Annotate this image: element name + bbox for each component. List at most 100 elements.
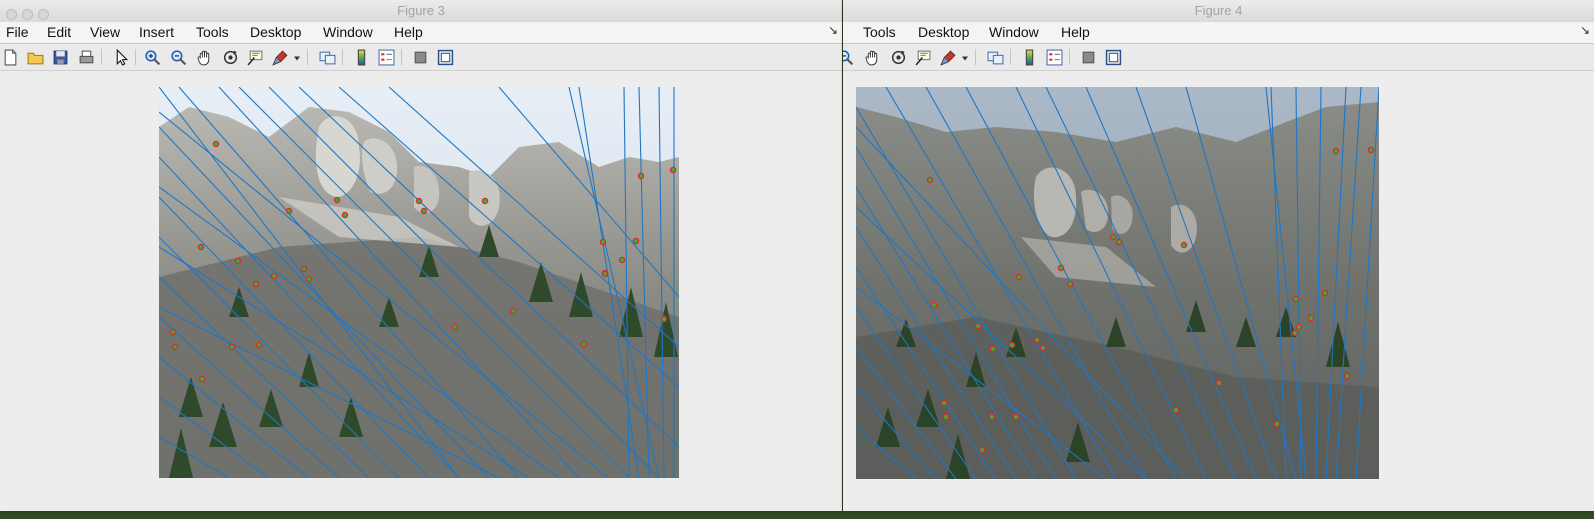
feature-point <box>1012 413 1020 421</box>
rotate-3d-icon[interactable] <box>889 48 907 66</box>
feature-point <box>333 196 341 204</box>
hide-plot-tools-icon[interactable] <box>411 48 429 66</box>
zoom-window-button[interactable] <box>38 9 49 20</box>
feature-point <box>305 275 313 283</box>
zoom-in-icon[interactable] <box>143 48 161 66</box>
dock-figure-icon[interactable]: ↘ <box>828 23 838 37</box>
feature-point <box>451 323 459 331</box>
feature-point <box>930 301 938 309</box>
feature-point <box>1066 280 1074 288</box>
insert-colorbar-icon[interactable] <box>352 48 370 66</box>
feature-point <box>285 207 293 215</box>
figure-toolbar <box>843 44 1594 71</box>
open-file-icon[interactable] <box>26 48 44 66</box>
menu-window[interactable]: Window <box>323 24 373 40</box>
brush-dropdown-icon[interactable] <box>960 48 970 66</box>
toolbar-separator <box>401 49 402 65</box>
feature-point <box>415 197 423 205</box>
feature-point <box>1215 379 1223 387</box>
save-icon[interactable] <box>51 48 69 66</box>
feature-point <box>1109 233 1117 241</box>
menu-help[interactable]: Help <box>1061 24 1090 40</box>
figure-4-window: Figure 4 t Tools Desktop Window Help ↘ <box>843 0 1594 511</box>
feature-point <box>632 237 640 245</box>
data-cursor-icon[interactable] <box>914 48 932 66</box>
new-figure-icon[interactable] <box>1 48 19 66</box>
toolbar-separator <box>975 49 976 65</box>
toolbar-separator <box>307 49 308 65</box>
feature-point <box>1295 323 1303 331</box>
menu-bar: File Edit View Insert Tools Desktop Wind… <box>0 22 842 44</box>
pointer-icon[interactable] <box>112 48 130 66</box>
menu-view[interactable]: View <box>90 24 120 40</box>
feature-point <box>1180 241 1188 249</box>
feature-point <box>669 166 677 174</box>
feature-point <box>940 399 948 407</box>
menu-window[interactable]: Window <box>989 24 1039 40</box>
insert-legend-icon[interactable] <box>377 48 395 66</box>
link-plot-icon[interactable] <box>986 48 1004 66</box>
zoom-out-icon[interactable] <box>169 48 187 66</box>
feature-point <box>1343 372 1351 380</box>
dock-figure-icon[interactable]: ↘ <box>1580 23 1590 37</box>
image-axes[interactable] <box>159 87 679 478</box>
feature-point <box>989 345 997 353</box>
link-plot-icon[interactable] <box>318 48 336 66</box>
show-plot-tools-icon[interactable] <box>1104 48 1122 66</box>
feature-point <box>341 211 349 219</box>
feature-point <box>1292 295 1300 303</box>
feature-point <box>1291 329 1299 337</box>
menu-tools[interactable]: Tools <box>863 24 896 40</box>
feature-point <box>599 238 607 246</box>
insert-legend-icon[interactable] <box>1045 48 1063 66</box>
feature-point <box>1321 289 1329 297</box>
show-plot-tools-icon[interactable] <box>436 48 454 66</box>
feature-point <box>255 341 263 349</box>
toolbar-separator <box>101 49 102 65</box>
pan-hand-icon[interactable] <box>863 48 881 66</box>
toolbar-separator <box>1010 49 1011 65</box>
image-axes[interactable] <box>856 87 1379 479</box>
hide-plot-tools-icon[interactable] <box>1079 48 1097 66</box>
feature-point <box>420 207 428 215</box>
menu-edit[interactable]: Edit <box>47 24 71 40</box>
feature-point <box>1367 146 1375 154</box>
menu-tools[interactable]: Tools <box>196 24 229 40</box>
feature-point <box>926 176 934 184</box>
close-window-button[interactable] <box>6 9 17 20</box>
feature-point <box>942 413 950 421</box>
menu-help[interactable]: Help <box>394 24 423 40</box>
title-bar[interactable]: Figure 4 <box>843 0 1594 23</box>
feature-point <box>978 446 986 454</box>
toolbar-separator <box>1069 49 1070 65</box>
zoom-out-icon[interactable] <box>843 48 854 66</box>
feature-point <box>1307 314 1315 322</box>
feature-point <box>270 272 278 280</box>
feature-point <box>234 257 242 265</box>
feature-point <box>252 280 260 288</box>
feature-point <box>198 375 206 383</box>
menu-insert[interactable]: Insert <box>139 24 174 40</box>
rotate-3d-icon[interactable] <box>221 48 239 66</box>
feature-point <box>1015 273 1023 281</box>
brush-icon[interactable] <box>271 48 289 66</box>
feature-point <box>988 413 996 421</box>
window-title: Figure 4 <box>1194 3 1243 18</box>
print-icon[interactable] <box>77 48 95 66</box>
brush-dropdown-icon[interactable] <box>292 48 302 66</box>
figure-3-window: Figure 3 File Edit View Insert Tools Des… <box>0 0 842 511</box>
menu-desktop[interactable]: Desktop <box>250 24 301 40</box>
feature-point <box>974 322 982 330</box>
pan-hand-icon[interactable] <box>195 48 213 66</box>
feature-point <box>300 265 308 273</box>
data-cursor-icon[interactable] <box>246 48 264 66</box>
title-bar[interactable]: Figure 3 <box>0 0 842 23</box>
brush-icon[interactable] <box>939 48 957 66</box>
insert-colorbar-icon[interactable] <box>1020 48 1038 66</box>
feature-point <box>509 307 517 315</box>
menu-desktop[interactable]: Desktop <box>918 24 969 40</box>
mount-rushmore-photo <box>159 87 679 478</box>
menu-file[interactable]: File <box>6 24 29 40</box>
minimize-window-button[interactable] <box>22 9 33 20</box>
menu-bar: t Tools Desktop Window Help ↘ <box>843 22 1594 44</box>
